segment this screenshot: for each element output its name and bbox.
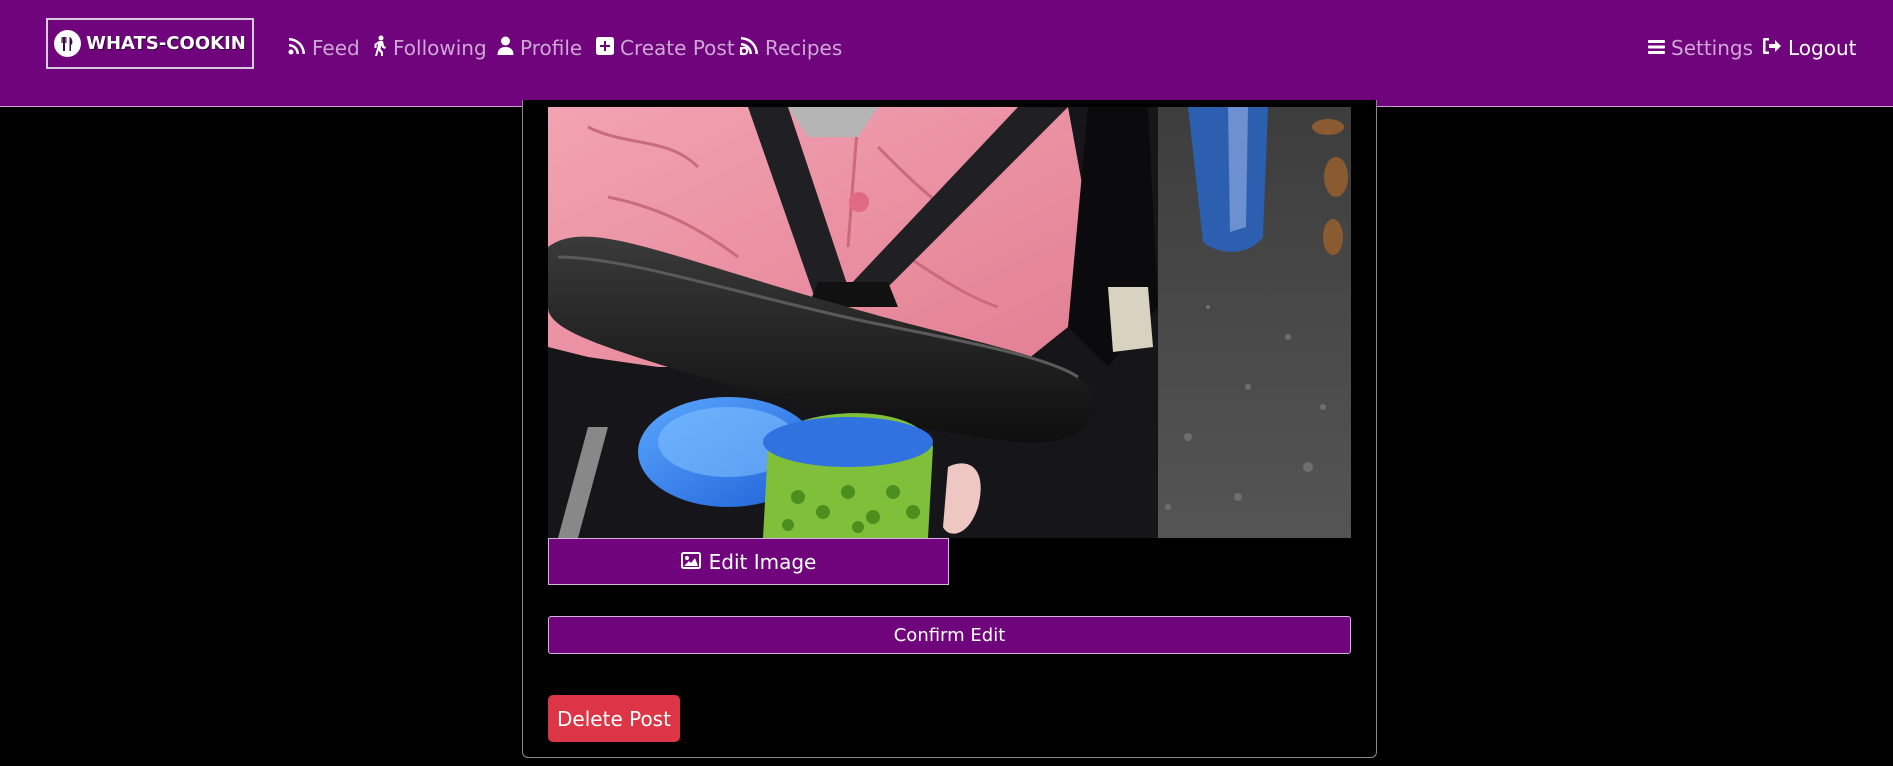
nav-recipes-label: Recipes (765, 36, 843, 60)
delete-post-button[interactable]: Delete Post (548, 695, 680, 742)
nav-recipes[interactable]: Recipes (739, 33, 842, 63)
plus-square-icon (596, 36, 614, 60)
nav-settings[interactable]: Settings (1648, 33, 1753, 63)
fork-knife-icon (54, 30, 82, 57)
top-navbar: WHATS-COOKIN Feed Following Profile Crea… (0, 0, 1893, 107)
brand-name: WHATS-COOKIN (86, 33, 246, 54)
blog-icon (739, 36, 759, 61)
confirm-edit-button[interactable]: Confirm Edit (548, 616, 1351, 654)
user-icon (497, 36, 514, 61)
rss-icon (288, 36, 306, 60)
nav-profile-label: Profile (520, 36, 583, 60)
nav-create-post[interactable]: Create Post (596, 33, 735, 63)
nav-profile[interactable]: Profile (497, 33, 582, 63)
confirm-edit-label: Confirm Edit (893, 624, 1006, 646)
brand-logo-link[interactable]: WHATS-COOKIN (46, 18, 254, 69)
nav-settings-label: Settings (1671, 36, 1754, 60)
image-icon (680, 550, 701, 574)
nav-following[interactable]: Following (373, 33, 487, 63)
edit-image-button[interactable]: Edit Image (548, 538, 949, 585)
bars-icon (1648, 36, 1665, 60)
sign-out-icon (1762, 36, 1782, 60)
nav-feed[interactable]: Feed (288, 33, 360, 63)
nav-following-label: Following (393, 36, 487, 60)
delete-post-label: Delete Post (557, 706, 671, 731)
post-image (548, 107, 1351, 538)
nav-create-post-label: Create Post (620, 36, 735, 60)
edit-image-label: Edit Image (708, 549, 817, 574)
nav-logout-label: Logout (1788, 36, 1857, 60)
nav-logout[interactable]: Logout (1762, 33, 1856, 63)
nav-feed-label: Feed (312, 36, 360, 60)
walking-icon (373, 35, 387, 62)
